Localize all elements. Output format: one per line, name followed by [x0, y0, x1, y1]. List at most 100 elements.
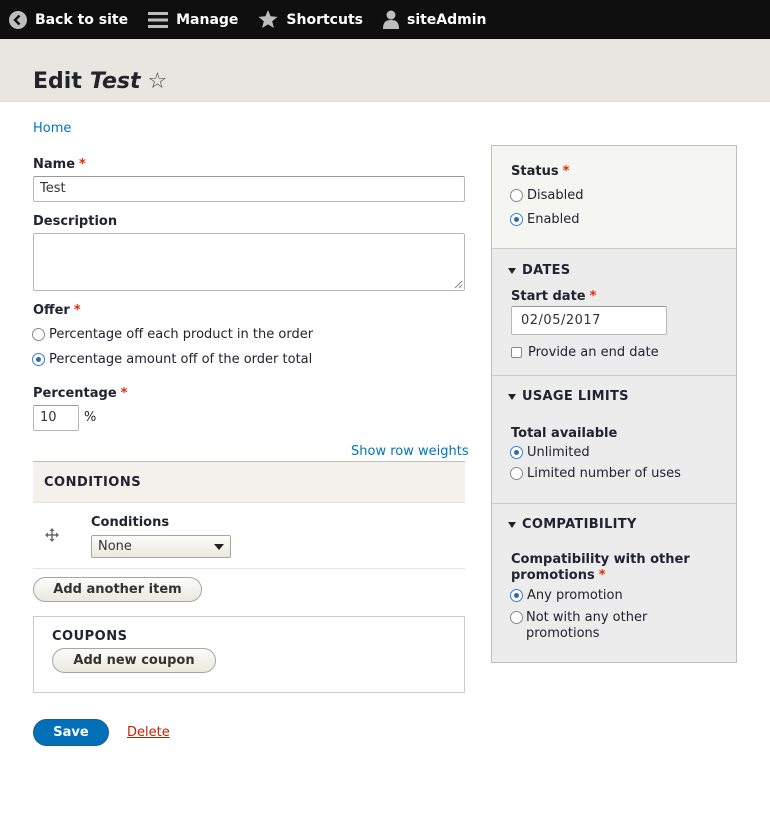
- offer-option-percentage-order-total[interactable]: Percentage amount off of the order total: [32, 352, 312, 367]
- start-date-label-text: Start date: [511, 289, 586, 304]
- start-date-label: Start date *: [511, 289, 596, 304]
- page-title-prefix: Edit: [33, 69, 82, 94]
- required-marker: *: [73, 303, 81, 318]
- save-button-label: Save: [53, 725, 89, 740]
- sidebar-panel: Status * Disabled Enabled DATES Start dat…: [491, 145, 737, 663]
- conditions-select-value: None: [98, 539, 132, 554]
- breadcrumb: Home: [33, 121, 71, 136]
- back-to-site-link[interactable]: Back to site: [0, 0, 138, 39]
- status-option-label: Enabled: [527, 212, 580, 227]
- offer-label: Offer *: [33, 303, 81, 318]
- dates-summary[interactable]: DATES: [508, 263, 570, 278]
- back-to-site-label: Back to site: [35, 11, 129, 28]
- total-available-label: Total available: [511, 426, 618, 441]
- name-label: Name *: [33, 157, 86, 172]
- usage-limits-summary[interactable]: USAGE LIMITS: [508, 389, 629, 404]
- compat-option-label: Not with any other promotions: [526, 610, 648, 641]
- star-icon: [258, 10, 278, 28]
- hamburger-icon: [148, 11, 169, 28]
- name-input-value: Test: [40, 181, 66, 196]
- manage-label: Manage: [176, 11, 239, 28]
- add-another-item-label: Add another item: [53, 582, 182, 597]
- usage-option-unlimited[interactable]: Unlimited: [510, 445, 590, 460]
- percentage-input[interactable]: 10: [33, 405, 79, 431]
- radio-button-selected[interactable]: [510, 589, 523, 602]
- radio-button[interactable]: [510, 611, 523, 624]
- save-button[interactable]: Save: [33, 719, 109, 746]
- breadcrumb-home-link[interactable]: Home: [33, 121, 71, 136]
- add-new-coupon-label: Add new coupon: [73, 653, 195, 668]
- radio-button-selected[interactable]: [510, 446, 523, 459]
- percentage-suffix: %: [84, 410, 97, 425]
- conditions-header-text: CONDITIONS: [44, 474, 142, 490]
- start-date-value: 02/05/2017: [521, 313, 601, 328]
- page-title-name: Test: [89, 69, 141, 94]
- add-another-item-button[interactable]: Add another item: [33, 577, 202, 602]
- usage-limits-section: USAGE LIMITS Total available Unlimited L…: [492, 376, 736, 504]
- name-label-text: Name: [33, 157, 76, 172]
- coupons-title: COUPONS: [52, 629, 128, 644]
- start-date-input[interactable]: 02/05/2017: [511, 306, 667, 335]
- name-input[interactable]: Test: [33, 176, 465, 202]
- end-date-checkbox[interactable]: [511, 347, 522, 358]
- radio-button[interactable]: [510, 467, 523, 480]
- radio-button-selected[interactable]: [32, 353, 45, 366]
- status-label: Status *: [511, 164, 569, 179]
- description-label-text: Description: [33, 214, 118, 229]
- collapse-triangle-icon: [508, 393, 516, 400]
- resize-handle-icon[interactable]: [454, 280, 463, 289]
- compatibility-title: COMPATIBILITY: [522, 517, 637, 532]
- required-marker: *: [120, 386, 128, 401]
- manage-menu[interactable]: Manage: [138, 0, 248, 39]
- shortcuts-menu[interactable]: Shortcuts: [248, 0, 373, 39]
- dropdown-arrow-icon: [214, 544, 224, 550]
- compatibility-label: Compatibility with other promotions *: [511, 552, 711, 584]
- compat-option-label: Any promotion: [527, 588, 623, 603]
- offer-option-percentage-per-product[interactable]: Percentage off each product in the order: [32, 327, 313, 342]
- percentage-label-text: Percentage: [33, 386, 117, 401]
- compat-option-none[interactable]: Not with any other promotions: [510, 610, 670, 642]
- offer-option-label: Percentage amount off of the order total: [49, 352, 313, 367]
- usage-option-label: Unlimited: [527, 445, 590, 460]
- shortcut-star-icon[interactable]: ☆: [148, 69, 168, 94]
- radio-button[interactable]: [510, 189, 523, 202]
- radio-button-selected[interactable]: [510, 213, 523, 226]
- offer-label-text: Offer: [33, 303, 70, 318]
- description-label: Description: [33, 214, 117, 229]
- show-row-weights-link[interactable]: Show row weights: [351, 444, 469, 459]
- status-option-enabled[interactable]: Enabled: [510, 212, 580, 227]
- page-title: Edit Test ☆: [33, 69, 167, 94]
- status-label-text: Status: [511, 164, 559, 179]
- admin-toolbar: Back to site Manage Shortcuts siteAdmin: [0, 0, 770, 39]
- percentage-input-value: 10: [40, 410, 57, 425]
- user-menu[interactable]: siteAdmin: [373, 0, 497, 39]
- user-label: siteAdmin: [406, 11, 487, 28]
- offer-option-label: Percentage off each product in the order: [49, 327, 314, 342]
- end-date-checkbox-row[interactable]: Provide an end date: [511, 345, 659, 360]
- compatibility-summary[interactable]: COMPATIBILITY: [508, 517, 637, 532]
- required-marker: *: [79, 157, 86, 172]
- usage-option-label: Limited number of uses: [527, 466, 681, 481]
- conditions-select[interactable]: None: [91, 535, 231, 558]
- delete-link[interactable]: Delete: [127, 725, 170, 740]
- compat-option-any[interactable]: Any promotion: [510, 588, 623, 603]
- back-arrow-icon: [9, 10, 27, 29]
- status-option-disabled[interactable]: Disabled: [510, 188, 583, 203]
- collapse-triangle-icon: [508, 267, 516, 274]
- collapse-triangle-icon: [508, 521, 516, 528]
- shortcuts-label: Shortcuts: [286, 11, 363, 28]
- conditions-label: Conditions: [91, 515, 170, 530]
- radio-button[interactable]: [32, 328, 45, 341]
- status-option-label: Disabled: [527, 188, 584, 203]
- page-header: Edit Test ☆: [0, 39, 770, 102]
- drag-handle-icon[interactable]: [45, 528, 59, 542]
- dates-title: DATES: [522, 263, 571, 278]
- coupons-fieldset: COUPONS Add new coupon: [33, 616, 465, 693]
- add-new-coupon-button[interactable]: Add new coupon: [52, 648, 216, 673]
- usage-limits-title: USAGE LIMITS: [522, 389, 629, 404]
- description-textarea[interactable]: [33, 233, 465, 291]
- end-date-checkbox-label: Provide an end date: [528, 345, 659, 360]
- usage-option-limited[interactable]: Limited number of uses: [510, 466, 681, 481]
- user-icon: [382, 10, 399, 29]
- percentage-label: Percentage *: [33, 386, 127, 401]
